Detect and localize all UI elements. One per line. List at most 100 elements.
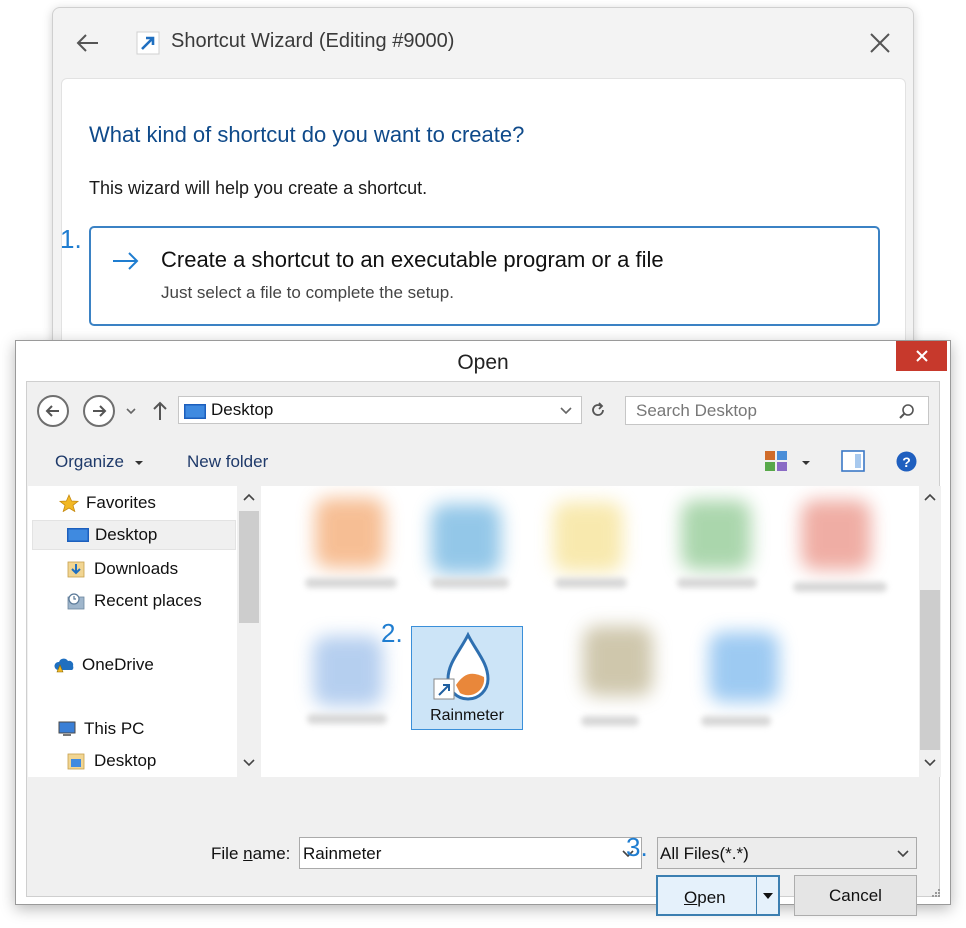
desktop-folder-icon	[67, 528, 89, 542]
nav-pc-desktop-label: Desktop	[94, 751, 157, 770]
nav-favorites[interactable]: Favorites	[58, 488, 156, 518]
address-bar[interactable]: Desktop	[178, 396, 582, 424]
forward-button[interactable]	[83, 395, 115, 427]
blurred-file-icon[interactable]	[313, 636, 383, 706]
scroll-down-icon[interactable]	[242, 758, 256, 768]
open-button-divider	[756, 877, 757, 914]
resize-grip-icon[interactable]	[932, 889, 940, 897]
navigation-pane: Favorites Desktop Downloads Recent place…	[28, 486, 274, 777]
step-2-marker: 2.	[381, 618, 403, 648]
blurred-file-label	[677, 578, 757, 588]
star-icon	[58, 494, 80, 512]
rainmeter-file-item[interactable]: Rainmeter	[411, 626, 523, 730]
step-1-marker: 1.	[60, 224, 82, 254]
cancel-button-label: Cancel	[829, 885, 882, 905]
shortcut-wizard-window: Shortcut Wizard (Editing #9000) What kin…	[52, 7, 914, 352]
nav-this-pc-label: This PC	[84, 719, 145, 738]
nav-scroll-thumb[interactable]	[239, 511, 259, 623]
blurred-file-icon[interactable]	[315, 498, 385, 568]
blurred-file-label	[701, 716, 771, 726]
open-file-dialog: Open Desktop Search Desktop Organize New…	[15, 340, 951, 916]
svg-text:?: ?	[902, 454, 911, 470]
blurred-file-label	[305, 578, 397, 588]
rainmeter-icon	[433, 631, 490, 701]
recent-locations-chevron-icon[interactable]	[125, 406, 137, 416]
nav-pc-desktop[interactable]: Desktop	[66, 746, 156, 776]
search-icon[interactable]	[898, 403, 916, 421]
blurred-file-label	[555, 578, 627, 588]
blurred-file-icon[interactable]	[801, 500, 871, 570]
nav-favorites-label: Favorites	[86, 493, 156, 512]
downloads-folder-icon	[67, 561, 85, 578]
option-description: Just select a file to complete the setup…	[161, 283, 454, 302]
nav-this-pc[interactable]: This PC	[56, 714, 144, 744]
back-arrow-icon[interactable]	[73, 28, 103, 58]
option-title: Create a shortcut to an executable progr…	[161, 247, 664, 272]
file-name-label: File name:	[211, 844, 291, 863]
chevron-down-icon[interactable]	[559, 406, 573, 416]
wizard-title: Shortcut Wizard (Editing #9000)	[171, 30, 455, 52]
file-name-input[interactable]: Rainmeter	[299, 837, 642, 869]
file-type-select[interactable]: All Files(*.*)	[657, 837, 917, 869]
dialog-title: Open	[457, 351, 509, 374]
search-input[interactable]: Search Desktop	[625, 396, 929, 425]
close-icon[interactable]	[865, 28, 895, 58]
step-3-marker: 3.	[626, 832, 648, 862]
open-button-label: Open	[684, 888, 726, 907]
right-arrow-icon	[113, 252, 139, 270]
shortcut-arrow-icon	[136, 31, 160, 55]
executable-shortcut-option[interactable]: Create a shortcut to an executable progr…	[89, 226, 880, 326]
organize-menu[interactable]: Organize	[55, 452, 144, 472]
wizard-titlebar: Shortcut Wizard (Editing #9000)	[53, 8, 913, 78]
scroll-down-icon[interactable]	[923, 758, 937, 768]
blurred-file-label	[581, 716, 639, 726]
computer-icon	[58, 721, 76, 736]
new-folder-label: New folder	[187, 452, 269, 471]
wizard-heading: What kind of shortcut do you want to cre…	[89, 122, 525, 147]
blurred-file-icon[interactable]	[553, 502, 623, 572]
file-scrollbar[interactable]	[919, 486, 941, 777]
open-button[interactable]: Open	[656, 875, 780, 916]
dropdown-triangle-icon	[134, 460, 143, 465]
desktop-folder-icon	[67, 753, 85, 770]
blurred-file-icon[interactable]	[709, 632, 779, 702]
nav-desktop[interactable]: Desktop	[32, 520, 236, 550]
nav-scrollbar[interactable]	[237, 486, 261, 777]
chevron-down-icon[interactable]	[896, 849, 910, 859]
scroll-up-icon[interactable]	[923, 492, 937, 502]
up-arrow-icon[interactable]	[151, 400, 169, 422]
address-text: Desktop	[211, 400, 274, 419]
blurred-file-label	[307, 714, 387, 724]
blurred-file-label	[431, 578, 509, 588]
organize-label: Organize	[55, 452, 124, 471]
file-scroll-thumb[interactable]	[920, 590, 940, 750]
close-icon	[915, 350, 928, 362]
refresh-icon[interactable]	[589, 401, 607, 419]
view-options-icon[interactable]	[765, 451, 787, 471]
desktop-folder-icon	[184, 404, 206, 419]
search-placeholder: Search Desktop	[636, 401, 757, 420]
dialog-close-button[interactable]	[896, 341, 947, 371]
help-icon[interactable]: ?	[896, 451, 917, 472]
recent-places-icon	[67, 593, 85, 610]
blurred-file-icon[interactable]	[583, 626, 653, 696]
scroll-up-icon[interactable]	[242, 492, 256, 502]
nav-recent-places[interactable]: Recent places	[66, 586, 202, 616]
file-type-value: All Files(*.*)	[660, 844, 749, 863]
nav-onedrive[interactable]: OneDrive	[54, 650, 154, 680]
view-dropdown-icon[interactable]	[801, 459, 811, 467]
blurred-file-label	[793, 582, 887, 592]
nav-downloads[interactable]: Downloads	[66, 554, 178, 584]
blurred-file-icon[interactable]	[681, 500, 751, 570]
nav-desktop-label: Desktop	[95, 525, 158, 544]
open-options-dropdown-icon[interactable]	[762, 891, 774, 901]
onedrive-cloud-icon	[54, 658, 74, 673]
blurred-file-icon[interactable]	[431, 504, 501, 574]
cancel-button[interactable]: Cancel	[794, 875, 917, 916]
new-folder-button[interactable]: New folder	[187, 452, 268, 472]
preview-pane-icon[interactable]	[841, 450, 865, 472]
wizard-content: What kind of shortcut do you want to cre…	[61, 78, 906, 350]
back-button[interactable]	[37, 395, 69, 427]
nav-downloads-label: Downloads	[94, 559, 179, 578]
rainmeter-file-label: Rainmeter	[430, 707, 504, 724]
